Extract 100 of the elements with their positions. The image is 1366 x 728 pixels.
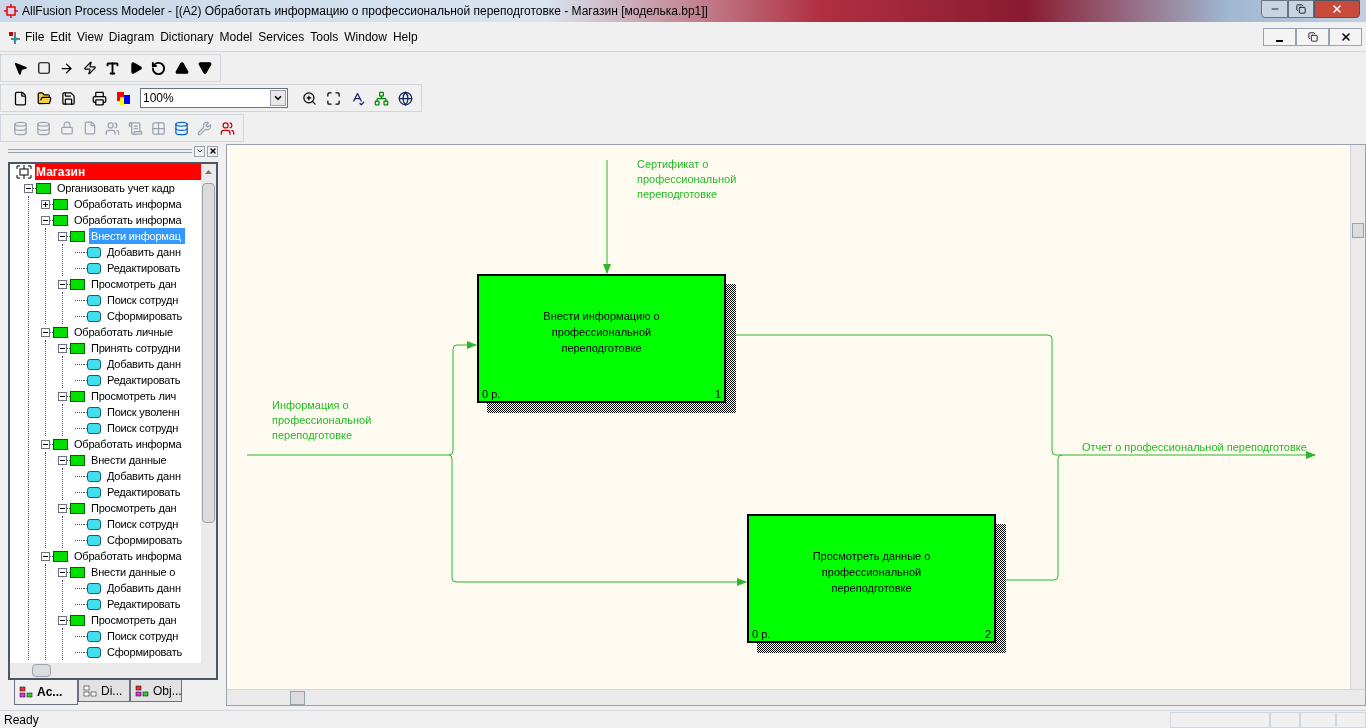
menu-item[interactable]: Services xyxy=(255,27,308,46)
leaf-activity-icon xyxy=(87,470,101,482)
tree-item[interactable]: Сформировать xyxy=(105,644,187,660)
collapse-toggle[interactable] xyxy=(41,327,50,337)
tree-item[interactable]: Обработать личные xyxy=(72,324,177,340)
print-icon xyxy=(92,90,107,106)
spell-check-icon xyxy=(350,90,365,106)
tree-item[interactable]: Редактировать xyxy=(105,484,185,500)
menu-item[interactable]: Window xyxy=(341,27,390,46)
leaf-activity-icon xyxy=(87,406,101,418)
close-icon xyxy=(1339,30,1352,43)
close-button[interactable] xyxy=(1314,0,1360,18)
open-folder-icon xyxy=(37,90,52,106)
tree-item[interactable]: Поиск сотрудн xyxy=(105,292,183,308)
collapse-toggle[interactable] xyxy=(58,455,67,465)
zoom-fit-icon xyxy=(326,90,341,106)
scroll-thumb[interactable] xyxy=(1352,223,1364,238)
tree-item[interactable]: Редактировать xyxy=(105,260,185,276)
tree-item[interactable]: Внести данные xyxy=(89,452,171,468)
horizontal-scrollbar[interactable] xyxy=(10,663,216,678)
tree-item[interactable]: Поиск сотрудн xyxy=(105,420,183,436)
collapse-toggle[interactable] xyxy=(58,343,67,353)
restore-button[interactable] xyxy=(1288,0,1314,18)
up-triangle-icon xyxy=(174,61,189,75)
collapse-toggle[interactable] xyxy=(41,215,50,225)
activity-icon xyxy=(36,182,51,194)
panel-menu-button[interactable] xyxy=(194,145,205,157)
user-icon xyxy=(105,120,120,136)
tree-item[interactable]: Добавить данн xyxy=(105,580,185,596)
minimize-button[interactable] xyxy=(1263,27,1296,46)
color-icon xyxy=(116,90,131,106)
close-button[interactable] xyxy=(1329,27,1362,46)
new-file-icon xyxy=(13,90,28,106)
tree-item[interactable]: Просмотреть дан xyxy=(89,276,181,292)
menu-item[interactable]: Diagram xyxy=(105,27,158,46)
collapse-toggle[interactable] xyxy=(58,231,67,241)
leaf-activity-icon xyxy=(87,294,101,306)
tree-item[interactable]: Просмотреть лич xyxy=(89,388,181,404)
blocks-icon xyxy=(83,683,97,698)
tree-item[interactable]: Сформировать xyxy=(105,532,187,548)
expand-toggle[interactable] xyxy=(41,199,50,209)
tree-item[interactable]: Редактировать xyxy=(105,596,185,612)
activity-icon xyxy=(53,326,68,338)
scroll-thumb[interactable] xyxy=(290,690,305,705)
activity-icon xyxy=(70,230,85,242)
collapse-toggle[interactable] xyxy=(58,503,67,513)
tree-item[interactable]: Просмотреть дан xyxy=(89,500,181,516)
tree-item[interactable]: Добавить данн xyxy=(105,468,185,484)
collapse-toggle[interactable] xyxy=(58,279,67,289)
menu-item[interactable]: Tools xyxy=(307,27,342,46)
tree-item[interactable]: Поиск сотрудн xyxy=(105,628,183,644)
scroll-thumb[interactable] xyxy=(32,664,51,677)
activity-cost: 0 р. xyxy=(482,388,501,401)
tree-item[interactable]: Просмотреть дан xyxy=(89,612,181,628)
tree-item[interactable]: Добавить данн xyxy=(105,244,185,260)
menu-item[interactable]: Help xyxy=(389,27,421,46)
tree-item[interactable]: Внести данные о xyxy=(89,564,180,580)
tree-item[interactable]: Обработать информа xyxy=(72,196,186,212)
scroll-icon xyxy=(128,120,143,136)
vertical-scrollbar[interactable] xyxy=(1350,145,1365,689)
collapse-toggle[interactable] xyxy=(58,567,67,577)
tree-item[interactable]: Редактировать xyxy=(105,372,185,388)
collapse-toggle[interactable] xyxy=(24,183,33,193)
panel-close-button[interactable] xyxy=(207,145,218,157)
panel-tab[interactable]: Di... xyxy=(78,680,130,702)
menu-item[interactable]: File xyxy=(22,27,48,46)
activity-number: 1 xyxy=(714,388,721,401)
tree-item[interactable]: Поиск сотрудн xyxy=(105,516,183,532)
tree-item[interactable]: Сформировать xyxy=(105,308,187,324)
horizontal-scrollbar[interactable] xyxy=(227,689,1365,705)
activity-icon xyxy=(53,214,68,226)
activity-box[interactable]: Просмотреть данные о профессиональной переподготовке 0 р. 2 xyxy=(747,514,996,643)
menu-item[interactable]: Model xyxy=(216,27,256,46)
collapse-toggle[interactable] xyxy=(41,439,50,449)
zoom-field[interactable]: 100% xyxy=(140,88,288,108)
tree-item[interactable]: Обработать информа xyxy=(72,548,186,564)
collapse-toggle[interactable] xyxy=(58,391,67,401)
tree-root[interactable]: Магазин xyxy=(35,164,201,180)
vertical-scrollbar[interactable] xyxy=(201,164,216,663)
status-text: Ready xyxy=(3,711,40,728)
panel-tab[interactable]: Ac... xyxy=(14,680,78,705)
tree-item[interactable]: Добавить данн xyxy=(105,356,185,372)
leaf-activity-icon xyxy=(87,582,101,594)
menu-item[interactable]: Dictionary xyxy=(157,27,217,46)
restore-button[interactable] xyxy=(1296,27,1329,46)
rotate-icon xyxy=(151,60,166,76)
activity-icon xyxy=(70,390,85,402)
tree-item[interactable]: Принять сотрудни xyxy=(89,340,185,356)
collapse-toggle[interactable] xyxy=(41,551,50,561)
tree-item[interactable]: Организовать учет кадр xyxy=(55,180,179,196)
menu-item[interactable]: Edit xyxy=(47,27,75,46)
collapse-toggle[interactable] xyxy=(58,615,67,625)
database-icon xyxy=(36,120,51,136)
scroll-thumb[interactable] xyxy=(202,183,215,523)
activity-box[interactable]: Внести информацию о профессиональной переподготовке 0 р. 1 xyxy=(477,274,726,403)
tree-item[interactable]: Обработать информа xyxy=(72,212,186,228)
tree-item[interactable]: Обработать информа xyxy=(72,436,186,452)
tree-item[interactable]: Поиск уволенн xyxy=(105,404,184,420)
panel-tab[interactable]: Obj... xyxy=(130,680,182,702)
menu-item[interactable]: View xyxy=(74,27,106,46)
